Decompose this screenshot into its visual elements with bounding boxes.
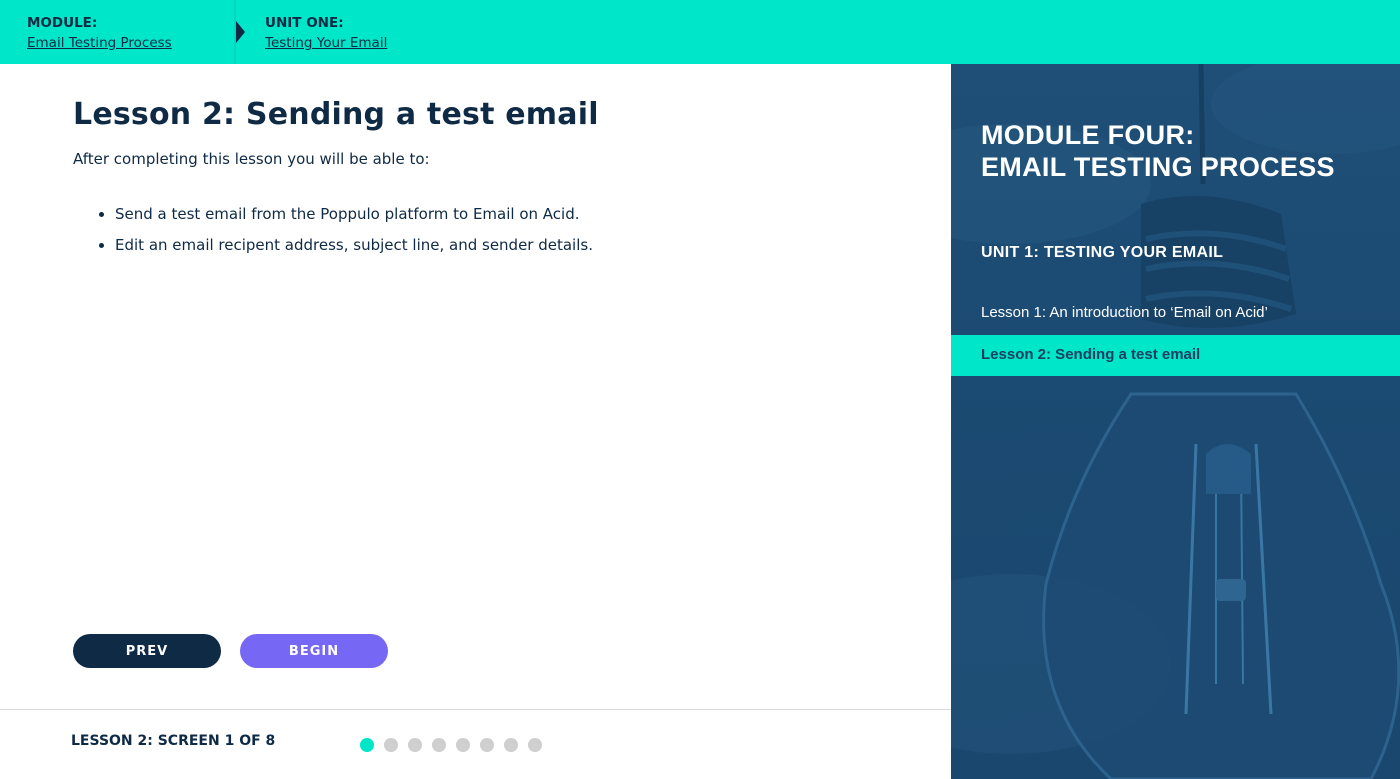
screen-dot-4[interactable]	[432, 738, 446, 752]
sidebar-unit-title: UNIT 1: TESTING YOUR EMAIL	[981, 244, 1224, 261]
breadcrumb-module-link[interactable]: Email Testing Process	[27, 33, 172, 53]
objective-item: Edit an email recipent address, subject …	[115, 236, 593, 255]
screen-dot-6[interactable]	[480, 738, 494, 752]
breadcrumb-module: MODULE: Email Testing Process	[27, 13, 172, 53]
sidebar-lesson-2-label: Lesson 2: Sending a test email	[981, 346, 1201, 363]
lesson-title: Lesson 2: Sending a test email	[73, 97, 599, 132]
breadcrumb-arrow-icon	[236, 21, 245, 43]
objective-item: Send a test email from the Poppulo platf…	[115, 205, 593, 224]
sidebar-lesson-2-active[interactable]: Lesson 2: Sending a test email	[951, 335, 1400, 376]
begin-button[interactable]: BEGIN	[240, 634, 388, 668]
screen-dot-2[interactable]	[384, 738, 398, 752]
screen-dot-7[interactable]	[504, 738, 518, 752]
breadcrumb-unit-link[interactable]: Testing Your Email	[265, 33, 387, 53]
top-breadcrumb-bar: MODULE: Email Testing Process UNIT ONE: …	[0, 0, 1400, 64]
sidebar-lesson-1[interactable]: Lesson 1: An introduction to ‘Email on A…	[981, 304, 1268, 321]
footer-divider	[0, 709, 951, 710]
sidebar-module-line1: MODULE FOUR:	[981, 120, 1195, 150]
breadcrumb-module-kicker: MODULE:	[27, 15, 98, 31]
screen-dot-5[interactable]	[456, 738, 470, 752]
prev-button[interactable]: PREV	[73, 634, 221, 668]
objectives-list: Send a test email from the Poppulo platf…	[97, 205, 593, 267]
sidebar-module-title: MODULE FOUR: EMAIL TESTING PROCESS	[981, 119, 1335, 183]
screen-dot-8[interactable]	[528, 738, 542, 752]
breadcrumb-unit-kicker: UNIT ONE:	[265, 15, 344, 31]
screen-dots	[360, 738, 542, 752]
screen-progress-label: LESSON 2: SCREEN 1 OF 8	[71, 733, 276, 749]
screen-dot-3[interactable]	[408, 738, 422, 752]
course-sidebar: MODULE FOUR: EMAIL TESTING PROCESS UNIT …	[951, 64, 1400, 779]
sidebar-module-line2: EMAIL TESTING PROCESS	[981, 152, 1335, 182]
breadcrumb-unit: UNIT ONE: Testing Your Email	[265, 13, 387, 53]
lesson-intro: After completing this lesson you will be…	[73, 150, 430, 168]
screen-dot-1[interactable]	[360, 738, 374, 752]
